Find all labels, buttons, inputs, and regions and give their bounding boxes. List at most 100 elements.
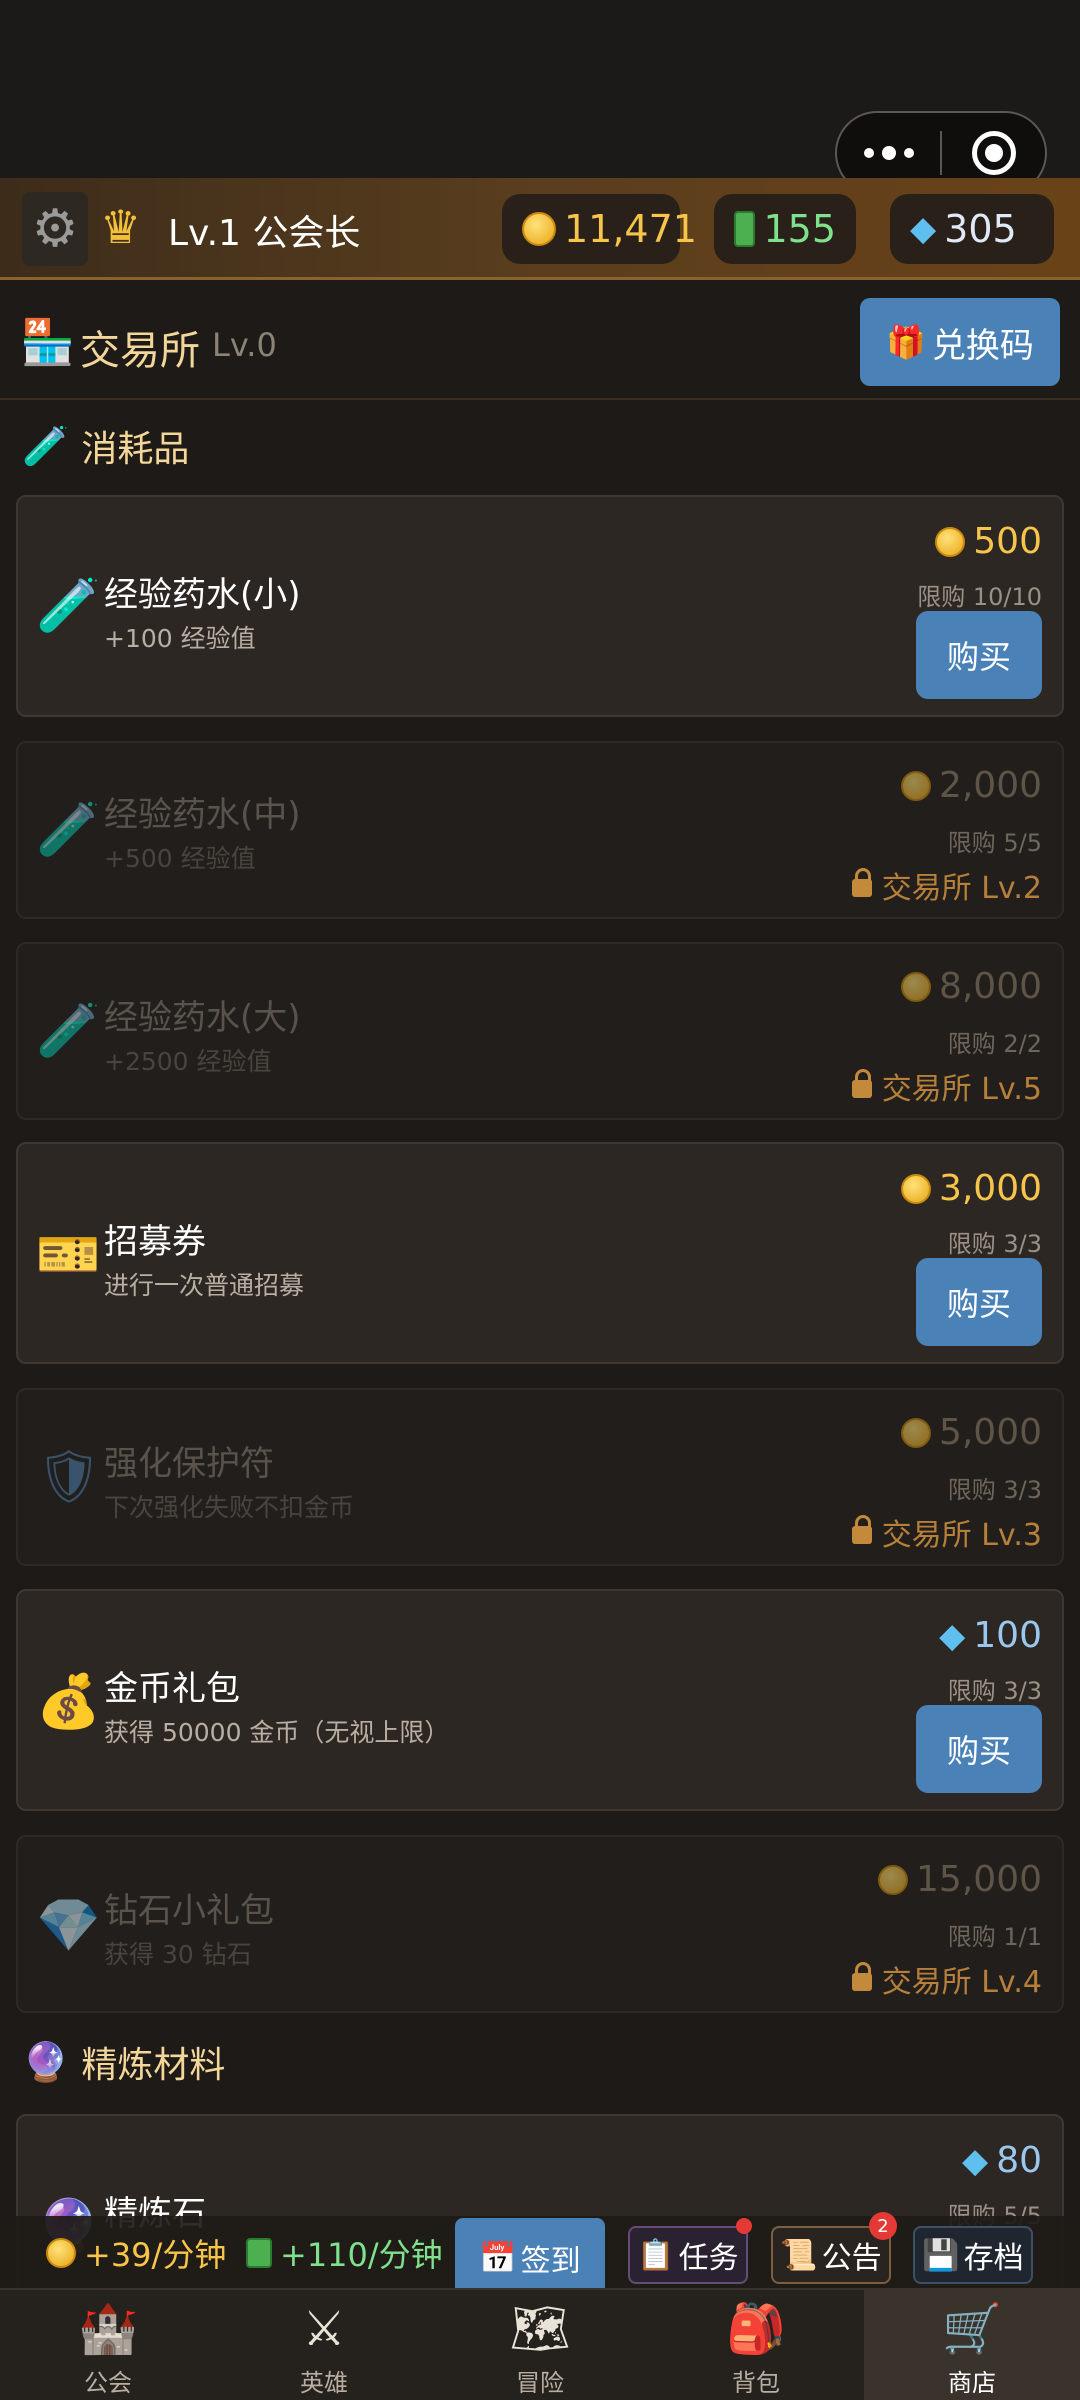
diamond-icon: ◆ — [962, 2140, 989, 2181]
coin-icon — [935, 526, 966, 557]
diamond-icon: 💎 — [36, 1896, 101, 1956]
buy-button[interactable]: 购买 — [916, 1258, 1042, 1346]
lock-text: 交易所 Lv.3 — [881, 1518, 1042, 1553]
shop-item-card-locked: 🛡 强化保护符 下次强化失败不扣金币 5,000 限购 3/3 交易所 Lv.3 — [16, 1388, 1064, 1566]
lock-requirement: 交易所 Lv.5 — [851, 1064, 1042, 1108]
potion-icon: 🧪 — [36, 1001, 101, 1061]
item-price: 5,000 — [900, 1412, 1042, 1453]
coin-icon — [900, 1173, 931, 1204]
item-desc: +500 经验值 — [104, 844, 256, 873]
item-price: 500 — [935, 521, 1042, 562]
tab-adventure[interactable]: 🗺 冒险 — [432, 2290, 648, 2400]
checkin-button[interactable]: 📅 签到 — [455, 2218, 605, 2298]
diamond-icon: ◆ — [910, 209, 937, 249]
potion-icon: 🧪 — [36, 576, 101, 636]
item-desc: 进行一次普通招募 — [104, 1271, 305, 1300]
tab-heroes[interactable]: ⚔ 英雄 — [216, 2290, 432, 2400]
clipboard-icon: 📋 — [637, 2237, 675, 2273]
redeem-label: 兑换码 — [931, 325, 1034, 366]
notice-label: 公告 — [821, 2241, 882, 2276]
item-name: 强化保护符 — [104, 1444, 274, 1484]
backpack-icon: 🎒 — [726, 2301, 786, 2357]
shop-header: 🏪 交易所 Lv.0 🎁 兑换码 — [0, 282, 1080, 400]
money-bag-icon: 💰 — [36, 1672, 101, 1732]
potion-icon: 🧪 — [36, 800, 101, 860]
crown-icon: ♛ — [100, 200, 142, 254]
shop-item-card: 💰 金币礼包 获得 50000 金币（无视上限） ◆ 100 限购 3/3 购买 — [16, 1589, 1064, 1811]
item-price-value: 100 — [973, 1615, 1042, 1656]
shop-title: 交易所 — [80, 328, 200, 374]
save-button[interactable]: 💾 存档 — [913, 2226, 1033, 2284]
item-price-value: 15,000 — [916, 1859, 1042, 1900]
orb-icon: 🔮 — [22, 2039, 70, 2084]
lock-text: 交易所 Lv.5 — [881, 1072, 1042, 1107]
floppy-icon: 💾 — [922, 2237, 960, 2273]
item-price-value: 5,000 — [938, 1412, 1042, 1453]
lock-icon — [851, 1515, 872, 1544]
item-desc: 获得 30 钻石 — [104, 1940, 252, 1969]
item-price-value: 500 — [973, 521, 1042, 562]
item-name: 经验药水(大) — [104, 998, 301, 1038]
shield-icon: 🛡 — [36, 1447, 103, 1507]
item-price: 15,000 — [878, 1859, 1042, 1900]
buy-button[interactable]: 购买 — [916, 1705, 1042, 1793]
coin-icon — [522, 212, 556, 246]
tab-guild[interactable]: 🏰 公会 — [0, 2290, 216, 2400]
gold-value: 11,471 — [564, 207, 697, 251]
section-consumables: 🧪 消耗品 — [22, 420, 189, 472]
lock-requirement: 交易所 Lv.3 — [851, 1510, 1042, 1554]
cart-icon: 🛒 — [942, 2301, 1002, 2357]
lock-requirement: 交易所 Lv.2 — [851, 863, 1042, 907]
shop-item-card-locked: 💎 钻石小礼包 获得 30 钻石 15,000 限购 1/1 交易所 Lv.4 — [16, 1835, 1064, 2013]
notification-dot — [736, 2218, 752, 2234]
tasks-button[interactable]: 📋 任务 — [628, 2218, 752, 2284]
player-title: Lv.1 公会长 — [168, 213, 361, 254]
section-refine-label: 精炼材料 — [81, 2045, 226, 2086]
book-income: +110/分钟 — [246, 2230, 443, 2276]
tab-backpack[interactable]: 🎒 背包 — [648, 2290, 864, 2400]
book-icon — [246, 2238, 272, 2268]
item-desc: +2500 经验值 — [104, 1047, 272, 1076]
diamond-icon: ◆ — [939, 1615, 966, 1656]
item-limit: 限购 1/1 — [947, 1923, 1042, 1951]
item-name: 钻石小礼包 — [104, 1891, 274, 1931]
lock-text: 交易所 Lv.2 — [881, 871, 1042, 906]
book-icon — [734, 211, 756, 247]
item-limit: 限购 3/3 — [947, 1230, 1042, 1258]
gold-income-value: +39/分钟 — [84, 2236, 227, 2274]
buy-button[interactable]: 购买 — [916, 611, 1042, 699]
item-name: 经验药水(小) — [104, 575, 301, 615]
notice-button[interactable]: 📜 公告 2 — [771, 2212, 897, 2284]
gift-icon: 🎁 — [886, 323, 926, 361]
gem-value: 305 — [944, 207, 1017, 251]
shop-item-card: 🎫 招募券 进行一次普通招募 3,000 限购 3/3 购买 — [16, 1142, 1064, 1364]
item-name: 经验药水(中) — [104, 795, 301, 835]
book-counter: 155 — [714, 194, 856, 264]
potion-icon: 🧪 — [22, 423, 70, 468]
coin-icon — [900, 1417, 931, 1448]
income-action-bar: +39/分钟 +110/分钟 📅 签到 📋 任务 📜 公告 2 💾 存档 — [0, 2212, 1080, 2298]
item-price-value: 3,000 — [938, 1168, 1042, 1209]
item-desc: 下次强化失败不扣金币 — [104, 1493, 355, 1522]
item-price: ◆ 80 — [962, 2140, 1042, 2181]
book-income-value: +110/分钟 — [280, 2236, 443, 2274]
item-desc: +100 经验值 — [104, 624, 256, 653]
tab-shop[interactable]: 🛒 商店 — [864, 2290, 1080, 2400]
item-limit: 限购 3/3 — [947, 1677, 1042, 1705]
checkin-label: 签到 — [520, 2244, 581, 2279]
redeem-code-button[interactable]: 🎁 兑换码 — [860, 298, 1060, 386]
tab-label: 背包 — [732, 2369, 780, 2397]
gear-icon[interactable]: ⚙ — [22, 192, 88, 266]
section-consumables-label: 消耗品 — [81, 429, 190, 470]
tab-label: 商店 — [948, 2369, 996, 2397]
item-price-value: 80 — [996, 2140, 1042, 2181]
save-label: 存档 — [963, 2241, 1024, 2276]
item-price: 2,000 — [900, 765, 1042, 806]
swords-icon: ⚔ — [302, 2301, 346, 2357]
notice-badge: 2 — [869, 2212, 897, 2240]
item-name: 招募券 — [104, 1222, 206, 1262]
item-limit: 限购 5/5 — [947, 829, 1042, 857]
shop-item-card: 🧪 经验药水(小) +100 经验值 500 限购 10/10 购买 — [16, 495, 1064, 717]
item-price: 8,000 — [900, 966, 1042, 1007]
gold-income: +39/分钟 — [46, 2230, 226, 2276]
